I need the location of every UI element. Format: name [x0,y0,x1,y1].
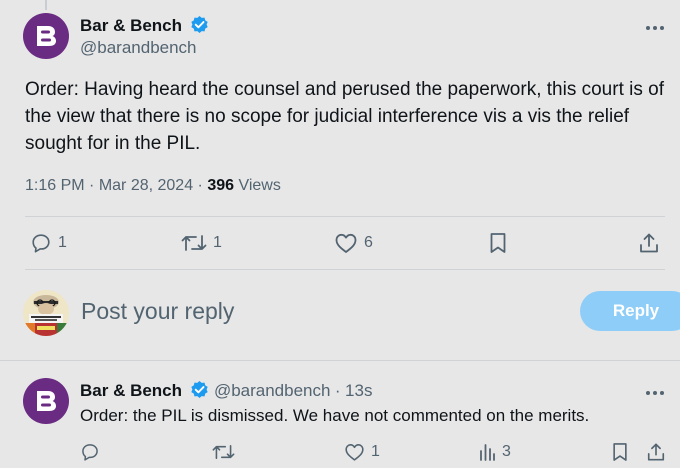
reply-like-count: 1 [371,443,380,460]
reply-separator: · [334,381,341,400]
bookmark-icon [613,443,627,461]
reply-age[interactable]: 13s [345,381,372,400]
reply-views-action[interactable]: 3 [478,442,511,462]
reply-share-action[interactable] [646,442,666,462]
reply-like-action[interactable]: 1 [344,442,380,462]
author-handle[interactable]: @barandbench [80,38,197,58]
share-icon [647,443,665,461]
reply-text: Order: the PIL is dismissed. We have not… [80,406,590,425]
like-icon [335,233,357,253]
like-action[interactable]: 6 [334,232,373,254]
thread-line [45,0,47,10]
reply-author-avatar[interactable] [23,378,69,424]
reply-icon [32,234,50,253]
share-icon [640,233,658,253]
repost-icon [212,445,235,459]
reply-bookmark-action[interactable] [611,442,629,462]
reply-repost-action[interactable] [212,442,235,462]
reply-reply-action[interactable] [80,442,100,462]
tweet-author-row: Bar & Bench [80,15,209,36]
repost-icon [181,235,207,251]
share-action[interactable] [638,232,660,254]
bookmark-action[interactable] [488,232,508,254]
views-count: 396 [207,177,235,194]
reply-icon [82,444,98,461]
reply-input[interactable]: Post your reply [81,298,234,325]
reply-action[interactable]: 1 [30,232,67,254]
repost-count: 1 [213,234,222,251]
reply-author-name[interactable]: Bar & Bench [80,381,182,400]
bar-and-bench-avatar[interactable] [23,13,69,59]
bar-and-bench-logo-icon [37,26,56,46]
reply-author-handle[interactable]: @barandbench [214,381,331,400]
reply-more-dots-icon[interactable] [645,385,665,396]
author-name[interactable]: Bar & Bench [80,16,182,35]
user-avatar[interactable] [23,290,69,336]
user-avatar-image [23,290,69,336]
reply-count: 1 [58,234,67,251]
tweet-meta: 1:16 PM · Mar 28, 2024 · 396 Views [25,177,281,194]
reply-views-count: 3 [502,443,511,460]
tweet-text: Order: Having heard the counsel and peru… [25,79,664,154]
views-icon [480,444,495,461]
bookmark-icon [490,233,506,253]
tweet-date[interactable]: Mar 28, 2024 [99,177,193,194]
more-dots-icon[interactable] [645,20,665,31]
verified-badge-icon [191,15,209,34]
tweet-time[interactable]: 1:16 PM [25,177,85,194]
reply-button[interactable]: Reply [580,291,680,331]
reply-author-row: Bar & Bench @barandbench · 13s [80,380,372,401]
divider-top [25,216,665,217]
repost-action[interactable]: 1 [181,232,222,254]
bar-and-bench-logo-icon [37,391,56,411]
verified-badge-icon [191,380,209,399]
composer-divider [0,360,680,361]
like-count: 6 [364,234,373,251]
views-label: Views [238,177,281,194]
divider-bottom [25,269,665,270]
like-icon [345,444,364,461]
